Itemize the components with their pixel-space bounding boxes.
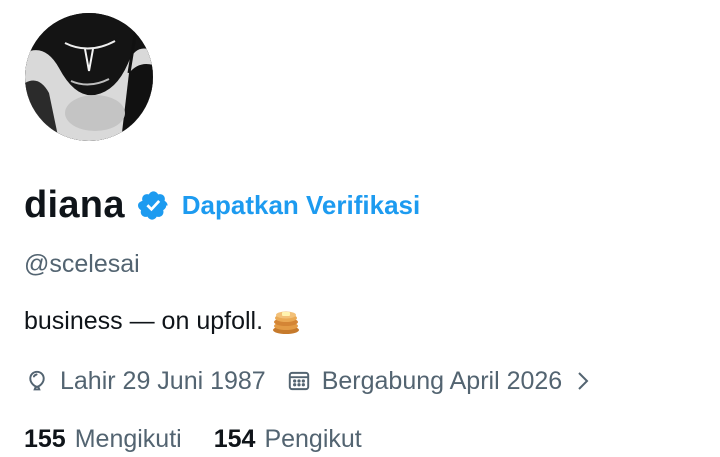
following-link[interactable]: 155 Mengikuti [24,425,182,454]
handle: @scelesai [24,250,140,278]
get-verified-link[interactable]: Dapatkan Verifikasi [182,190,420,221]
joined-text: Bergabung April 2026 [321,366,563,395]
following-count: 155 [24,424,66,453]
joined-item: Bergabung April 2026 [286,367,562,396]
bio-text: business — on upfoll. [24,306,264,335]
verified-badge-icon[interactable] [137,189,170,222]
profile-header: diana Dapatkan Verifikasi @scelesai busi… [0,0,720,457]
avatar[interactable] [25,13,153,141]
calendar-icon [286,368,312,394]
avatar-photo [25,13,153,141]
following-label: Mengikuti [74,424,182,453]
balloon-icon [24,368,50,394]
bio: business — on upfoll. [24,306,301,336]
follow-stats: 155 Mengikuti 154 Pengikut [24,424,362,454]
followers-link[interactable]: 154 Pengikut [214,425,362,454]
chevron-right-icon[interactable] [574,370,592,392]
birthday-text: Lahir 29 Juni 1987 [60,366,266,395]
display-name: diana [24,183,125,226]
birthday-item: Lahir 29 Juni 1987 [24,367,266,396]
pancakes-emoji-icon [271,306,301,336]
followers-count: 154 [213,424,256,453]
name-row: diana Dapatkan Verifikasi [24,180,420,230]
followers-label: Pengikut [264,424,362,453]
profile-meta: Lahir 29 Juni 1987 Bergabung April 2026 [24,365,592,397]
